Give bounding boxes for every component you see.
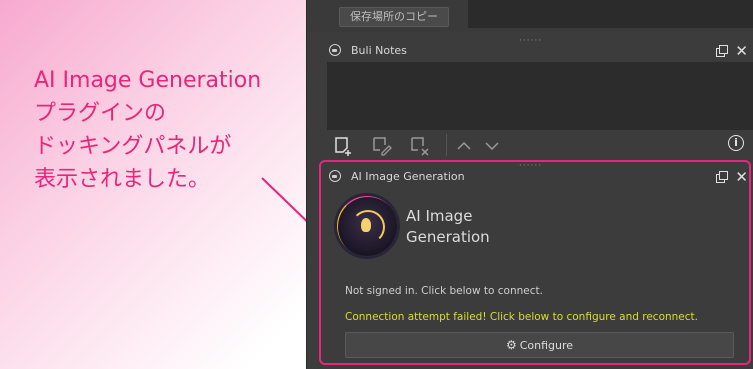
lock-icon[interactable] <box>329 44 341 56</box>
callout-line-2: プラグインの <box>34 101 167 126</box>
configure-label: Configure <box>519 339 574 352</box>
app-window: 保存場所のコピー ······ Buli Notes ✕ i ······ AI… <box>306 0 753 369</box>
arrow-up-icon[interactable] <box>453 135 475 157</box>
buli-notes-titlebar: Buli Notes ✕ <box>307 40 753 62</box>
info-icon[interactable]: i <box>728 135 744 151</box>
configure-button[interactable]: ⚙ Configure <box>345 332 734 358</box>
gear-icon: ⚙ <box>505 338 517 352</box>
close-icon[interactable]: ✕ <box>735 167 748 187</box>
add-note-icon[interactable] <box>333 135 355 157</box>
ai-name-line-2: Generation <box>406 228 490 246</box>
ai-logo-icon <box>337 196 397 256</box>
ai-panel-title: AI Image Generation <box>351 170 465 183</box>
close-icon[interactable]: ✕ <box>735 41 748 61</box>
lock-icon[interactable] <box>329 170 341 182</box>
delete-note-icon[interactable] <box>409 135 431 157</box>
ai-plugin-name: AI Image Generation <box>406 206 490 248</box>
float-icon[interactable] <box>716 45 728 57</box>
connection-status: Not signed in. Click below to connect. <box>345 285 543 297</box>
notes-content-area[interactable] <box>327 62 753 130</box>
top-panel-content <box>468 0 753 28</box>
callout-line-4: 表示されました。 <box>34 167 211 192</box>
copy-location-button[interactable]: 保存場所のコピー <box>339 7 449 27</box>
callout-line-3: ドッキングパネルが <box>34 134 232 159</box>
notes-toolbar: i <box>327 132 753 158</box>
arrow-down-icon[interactable] <box>481 135 503 157</box>
buli-notes-title: Buli Notes <box>351 44 407 57</box>
float-icon[interactable] <box>716 171 728 183</box>
callout-annotation: AI Image Generation プラグインの ドッキングパネルが 表示さ… <box>34 64 294 196</box>
callout-line-1: AI Image Generation <box>34 68 262 93</box>
ai-panel-titlebar: AI Image Generation ✕ <box>307 166 753 188</box>
top-panel: 保存場所のコピー <box>307 0 753 32</box>
edit-note-icon[interactable] <box>371 135 393 157</box>
toolbar-separator <box>446 134 447 156</box>
ai-name-line-1: AI Image <box>406 207 473 225</box>
connection-warning: Connection attempt failed! Click below t… <box>345 311 698 323</box>
logo-core <box>361 218 371 232</box>
